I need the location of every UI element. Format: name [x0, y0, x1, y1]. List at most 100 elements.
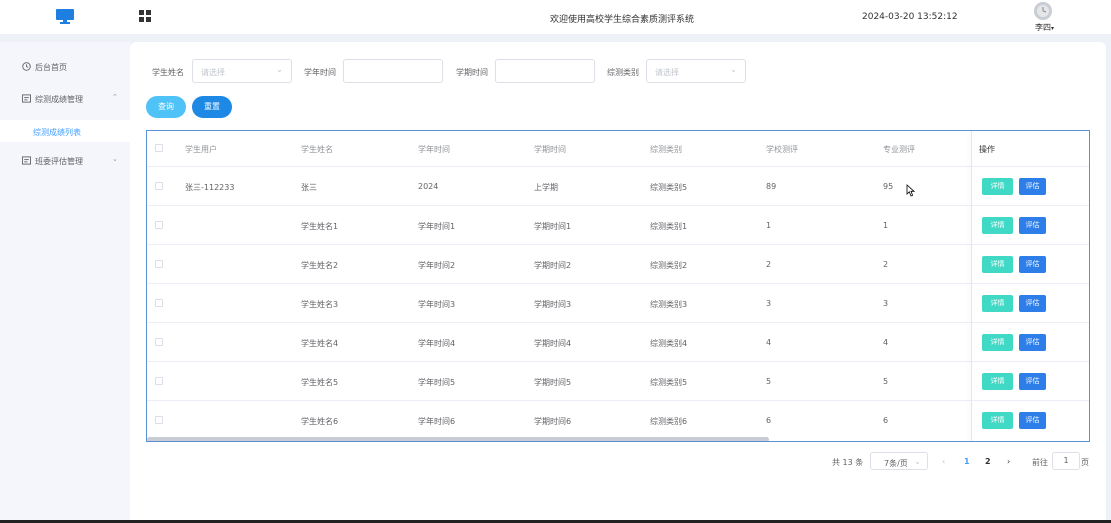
- cell-year: 学年时间1: [418, 222, 456, 231]
- cell-category: 综测类别3: [650, 300, 688, 309]
- select-placeholder: 请选择: [655, 68, 679, 77]
- term-input[interactable]: [495, 59, 595, 83]
- row-checkbox[interactable]: [155, 377, 163, 385]
- row-checkbox[interactable]: [155, 299, 163, 307]
- column-header: 学生用户: [185, 145, 217, 154]
- cell-year: 学年时间2: [418, 261, 456, 270]
- cell-name: 学生姓名5: [301, 378, 339, 387]
- detail-button[interactable]: 详情: [982, 217, 1013, 234]
- page-size-select[interactable]: 7条/页 ⌄: [870, 452, 928, 470]
- sidebar-item-label: 班委评估管理: [35, 157, 83, 166]
- sidebar-item-home[interactable]: 后台首页: [0, 56, 130, 78]
- detail-button[interactable]: 详情: [982, 295, 1013, 312]
- evaluate-button[interactable]: 评估: [1019, 373, 1046, 390]
- cell-major-score: 2: [883, 260, 889, 269]
- row-checkbox[interactable]: [155, 260, 163, 268]
- student-name-select[interactable]: 请选择 ⌄: [192, 59, 292, 83]
- year-input[interactable]: [343, 59, 443, 83]
- query-button[interactable]: 查询: [146, 96, 186, 118]
- cell-name: 张三: [301, 183, 317, 192]
- prev-page-button[interactable]: ‹: [942, 457, 945, 466]
- reset-button[interactable]: 重置: [192, 96, 232, 118]
- detail-button[interactable]: 详情: [982, 412, 1013, 429]
- cell-school-score: 4: [766, 338, 772, 347]
- detail-button[interactable]: 详情: [982, 373, 1013, 390]
- cell-term: 学期时间5: [534, 378, 572, 387]
- pagination-total: 共 13 条: [832, 458, 864, 467]
- detail-button[interactable]: 详情: [982, 334, 1013, 351]
- chevron-down-icon: ⌄: [112, 155, 118, 163]
- table-row: 学生姓名1 学年时间1 学期时间1 综测类别1 1 1 详情 评估: [147, 205, 1089, 244]
- page-size-value: 7条/页: [884, 459, 908, 468]
- cell-category: 综测类别2: [650, 261, 688, 270]
- document-icon: [22, 94, 31, 103]
- fixed-column-divider: [971, 131, 972, 441]
- cell-category: 综测类别1: [650, 222, 688, 231]
- cell-name: 学生姓名1: [301, 222, 339, 231]
- cell-school-score: 1: [766, 221, 772, 230]
- cell-name: 学生姓名6: [301, 417, 339, 426]
- cell-school-score: 6: [766, 416, 772, 425]
- table-header: 学生用户 学生姓名 学年时间 学期时间 综测类别 学校测评 专业测评 操作: [147, 131, 1089, 166]
- table-row: 学生姓名3 学年时间3 学期时间3 综测类别3 3 3 详情 评估: [147, 283, 1089, 322]
- select-placeholder: 请选择: [201, 68, 225, 77]
- cell-category: 综测类别4: [650, 339, 688, 348]
- column-header: 学校测评: [766, 145, 798, 154]
- horizontal-scrollbar[interactable]: [147, 437, 769, 441]
- cell-school-score: 89: [766, 182, 777, 191]
- evaluate-button[interactable]: 评估: [1019, 217, 1046, 234]
- page-suffix-label: 页: [1081, 458, 1089, 467]
- evaluate-button[interactable]: 评估: [1019, 178, 1046, 195]
- cell-term: 学期时间3: [534, 300, 572, 309]
- detail-button[interactable]: 详情: [982, 256, 1013, 273]
- cell-category: 综测类别6: [650, 417, 688, 426]
- evaluate-button[interactable]: 评估: [1019, 295, 1046, 312]
- sidebar: 后台首页 综测成绩管理 ⌃ 综测成绩列表 班委评估管理 ⌄: [0, 42, 130, 523]
- user-menu[interactable]: 李四▾: [1035, 22, 1054, 33]
- chevron-down-icon: ⌄: [914, 457, 921, 466]
- column-header: 学年时间: [418, 145, 450, 154]
- page-2-button[interactable]: 2: [985, 457, 991, 466]
- next-page-button[interactable]: ›: [1007, 457, 1010, 466]
- table-row: 学生姓名5 学年时间5 学期时间5 综测类别5 5 5 详情 评估: [147, 361, 1089, 400]
- cell-school-score: 5: [766, 377, 772, 386]
- row-checkbox[interactable]: [155, 338, 163, 346]
- column-header: 学生姓名: [301, 145, 333, 154]
- page-1-button[interactable]: 1: [964, 457, 970, 466]
- sidebar-subitem-score-list[interactable]: 综测成绩列表: [0, 120, 130, 142]
- evaluate-button[interactable]: 评估: [1019, 256, 1046, 273]
- sidebar-item-committee-evaluation[interactable]: 班委评估管理 ⌄: [0, 150, 130, 172]
- goto-page-input[interactable]: 1: [1052, 452, 1080, 470]
- category-select[interactable]: 请选择 ⌄: [646, 59, 746, 83]
- row-checkbox[interactable]: [155, 182, 163, 190]
- cell-term: 学期时间6: [534, 417, 572, 426]
- cell-term: 学期时间4: [534, 339, 572, 348]
- avatar[interactable]: [1034, 2, 1052, 20]
- term-label: 学期时间: [456, 68, 488, 77]
- year-label: 学年时间: [304, 68, 336, 77]
- cell-user: 张三-112233: [185, 183, 235, 192]
- evaluate-button[interactable]: 评估: [1019, 334, 1046, 351]
- cell-term: 学期时间1: [534, 222, 572, 231]
- chevron-down-icon: ⌄: [276, 65, 283, 74]
- cell-school-score: 3: [766, 299, 772, 308]
- student-name-label: 学生姓名: [152, 68, 184, 77]
- row-checkbox[interactable]: [155, 416, 163, 424]
- evaluate-button[interactable]: 评估: [1019, 412, 1046, 429]
- cell-major-score: 1: [883, 221, 889, 230]
- detail-button[interactable]: 详情: [982, 178, 1013, 195]
- cell-major-score: 3: [883, 299, 889, 308]
- cell-name: 学生姓名3: [301, 300, 339, 309]
- cell-year: 学年时间6: [418, 417, 456, 426]
- cell-school-score: 2: [766, 260, 772, 269]
- monitor-icon[interactable]: [56, 9, 74, 24]
- avatar-image: [1034, 2, 1052, 20]
- row-checkbox[interactable]: [155, 221, 163, 229]
- cell-major-score: 6: [883, 416, 889, 425]
- sidebar-item-score-management[interactable]: 综测成绩管理 ⌃: [0, 88, 130, 110]
- clock-icon: [22, 62, 31, 71]
- cell-year: 学年时间5: [418, 378, 456, 387]
- grid-icon[interactable]: [139, 10, 151, 22]
- select-all-checkbox[interactable]: [155, 144, 163, 152]
- cell-name: 学生姓名2: [301, 261, 339, 270]
